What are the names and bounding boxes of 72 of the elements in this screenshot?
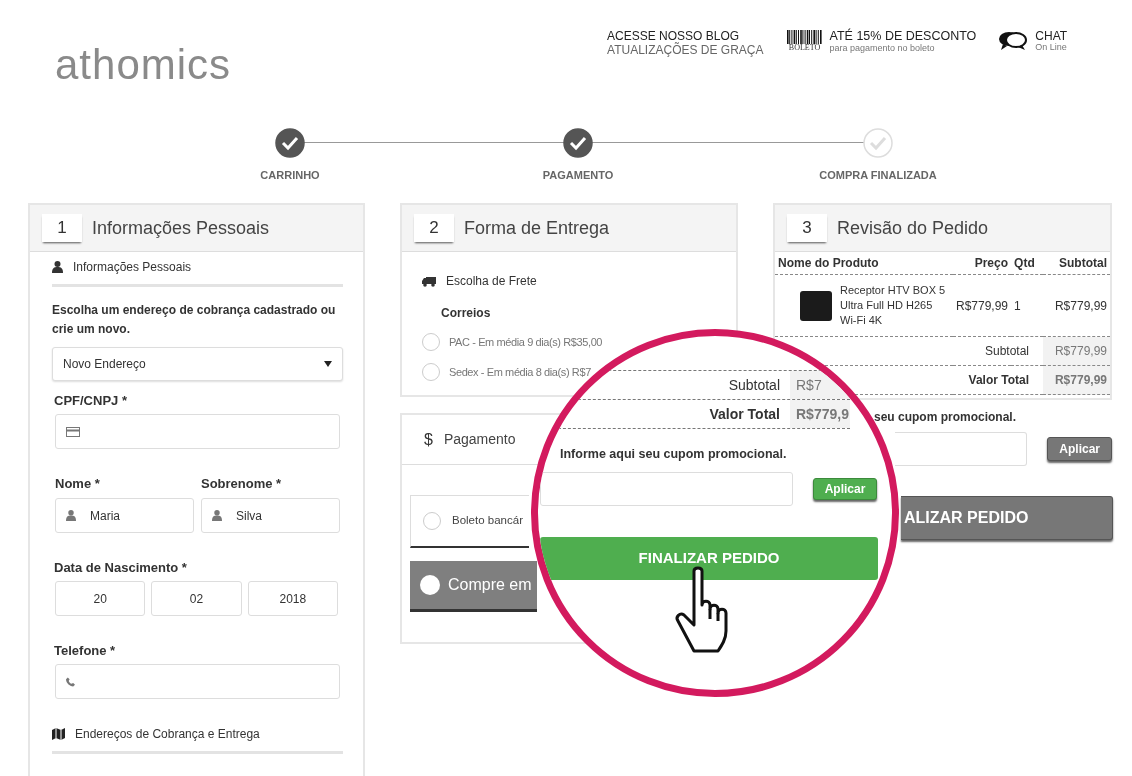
barcode-icon: [786, 30, 823, 44]
date-input[interactable]: 2018: [247, 581, 338, 616]
shipping-option: PAC - Em média 9 dia(s) R$35,00: [449, 333, 603, 351]
coupon-input[interactable]: [540, 471, 793, 506]
payment-banner-label: Compre em: [448, 575, 532, 595]
section-title: Informações Pessoais: [73, 259, 192, 276]
date-input[interactable]: 20: [55, 581, 146, 616]
step-number: 1: [42, 214, 82, 242]
shipping-option: Sedex - Em média 8 dia(s) R$7: [449, 363, 591, 381]
step-label: COMPRA FINALIZADA: [819, 168, 937, 183]
payment-option-label: Boleto bancár: [452, 513, 523, 529]
date-input[interactable]: 02: [151, 581, 242, 616]
product-photo-placeholder: [800, 290, 832, 321]
table-cell: R$779,99: [1043, 274, 1110, 337]
payment-option[interactable]: Boleto bancár: [410, 495, 529, 548]
panel-title: Revisão do Pedido: [837, 216, 989, 240]
radio-button[interactable]: [420, 575, 440, 595]
field-label: Nome *: [55, 476, 101, 491]
field-label: CPF/CNPJ *: [54, 393, 128, 408]
table-cell: R$779,99: [953, 274, 1012, 337]
coupon-label: Informe aqui seu cupom promocional.: [560, 446, 787, 463]
phone-icon: [66, 676, 75, 687]
column-header: Preço: [953, 252, 1012, 275]
dollar-icon: $: [424, 427, 433, 452]
blog-subtitle: ATUALIZAÇÕES DE GRAÇA: [607, 43, 764, 59]
user-icon: [66, 510, 76, 521]
column-header: Nome do Produto: [775, 252, 953, 275]
first-name-input[interactable]: Maria: [55, 498, 194, 533]
cpf-input[interactable]: [55, 414, 340, 449]
field-label: Data de Nascimento *: [54, 560, 188, 575]
section-title: Escolha de Frete: [446, 273, 537, 290]
address-prompt: Escolha um endereço de cobrança cadastrado ou crie um novo.: [52, 302, 337, 338]
panel-title: Informações Pessoais: [92, 216, 270, 240]
map-icon: [52, 728, 65, 740]
promo-title: ATÉ 15% DE DESCONTO: [829, 30, 977, 44]
table-cell: 1: [1011, 274, 1044, 337]
chat-icon: [998, 30, 1029, 52]
payment-banner[interactable]: Compre em: [410, 561, 537, 612]
last-name-input[interactable]: Silva: [201, 498, 340, 533]
phone-input[interactable]: [55, 664, 340, 699]
product-name: Receptor HTV BOX 5 Ultra Full HD H265 Wi-Fi 4K: [840, 283, 947, 328]
user-icon: [52, 261, 63, 273]
total-label: Valor Total: [709, 404, 780, 424]
field-label: Sobrenome *: [201, 476, 283, 491]
step-number: 2: [414, 214, 454, 242]
step-label: PAGAMENTO: [542, 168, 614, 183]
address-select[interactable]: Novo Endereço: [52, 347, 343, 381]
caret-icon: [324, 361, 332, 367]
promo-title[interactable]: CHAT: [1035, 30, 1068, 44]
panel-title: Pagamento: [443, 430, 516, 449]
truck-icon: [422, 275, 436, 287]
finish-order-button[interactable]: ALIZAR PEDIDO: [901, 496, 1113, 540]
section-title: Endereços de Cobrança e Entrega: [75, 726, 260, 743]
step-number: 3: [787, 214, 827, 242]
user-icon: [212, 510, 222, 521]
coupon-label: seu cupom promocional.: [874, 409, 1018, 426]
field-label: Telefone *: [54, 643, 117, 658]
step-label: CARRINHO: [260, 168, 320, 183]
coupon-input[interactable]: [895, 432, 1028, 466]
promo-subtitle: On Line: [1035, 43, 1068, 54]
promo-subtitle: para pagamento no boleto: [829, 43, 936, 54]
carrier-label: Correios: [441, 306, 492, 321]
total-value: R$779,99: [1043, 336, 1110, 366]
card-icon: [66, 426, 80, 437]
column-header: Subtotal: [1043, 252, 1110, 275]
column-header: Qtd: [1011, 252, 1044, 275]
total-value: R$779,99: [1043, 365, 1110, 395]
panel-title: Forma de Entrega: [464, 216, 610, 240]
total-value: R$7: [790, 371, 850, 399]
apply-button[interactable]: Aplicar: [1047, 437, 1112, 461]
total-value: R$779,9: [790, 400, 850, 428]
barcode-caption: BOLETO: [788, 44, 821, 52]
